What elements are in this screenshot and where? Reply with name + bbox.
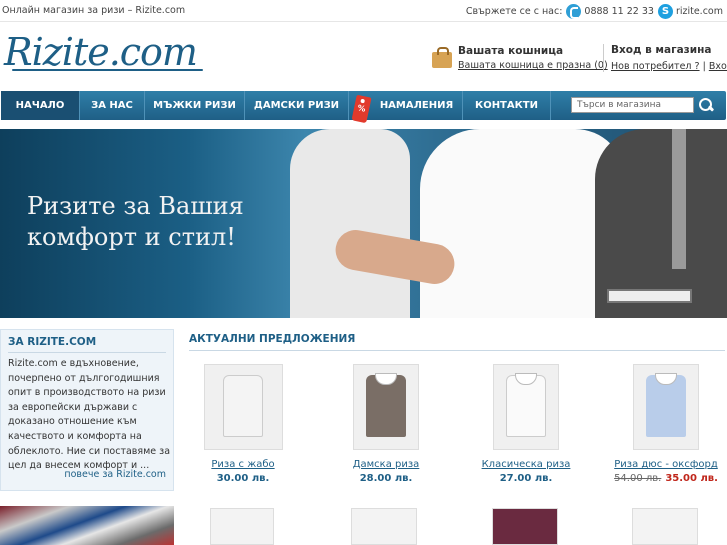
banner-model-woman [290, 129, 410, 318]
product-card[interactable]: Дамска риза 28.00 лв. [321, 364, 451, 484]
nav-home[interactable]: НАЧАЛО [1, 91, 80, 120]
about-more-link[interactable]: повече за Rizite.com [64, 469, 166, 480]
product-price: 27.00 лв. [499, 473, 553, 484]
login-link[interactable]: Вход [709, 61, 727, 72]
header-divider [603, 44, 604, 72]
product-image[interactable] [493, 364, 559, 450]
banner-belt [607, 289, 692, 303]
product-sale-price: 35.00 лв. [665, 473, 718, 484]
banner-headline: Ризите за Вашия комфорт и стил! [27, 191, 244, 253]
login-widget: Вход в магазина Нов потребител ? | Вход [611, 44, 727, 72]
phone-icon [566, 3, 582, 19]
product-card[interactable]: Класическа риза 27.00 лв. [461, 364, 591, 484]
hero-banner[interactable]: Ризите за Вашия комфорт и стил! [0, 129, 727, 318]
contact-label: Свържете се с нас: [465, 5, 563, 17]
login-title: Вход в магазина [611, 44, 712, 56]
promo-image[interactable] [0, 506, 174, 545]
nav-men-shirts[interactable]: МЪЖКИ РИЗИ [145, 91, 245, 120]
product-image[interactable] [210, 508, 274, 545]
site-logo[interactable]: Rizite.com [4, 30, 203, 74]
product-image[interactable] [492, 508, 558, 545]
site-tagline: Онлайн магазин за ризи – Rizite.com [2, 5, 186, 16]
search-input[interactable] [571, 97, 694, 113]
product-image[interactable] [632, 508, 698, 545]
product-name[interactable]: Класическа риза [461, 459, 591, 470]
register-link[interactable]: Нов потребител ? [611, 61, 700, 72]
nav-about[interactable]: ЗА НАС [80, 91, 145, 120]
product-old-price: 54.00 лв. [614, 473, 662, 484]
product-price: 30.00 лв. [216, 473, 270, 484]
contact-info: Свържете се с нас: 0888 11 22 33 rizite.… [466, 2, 723, 20]
product-image[interactable] [351, 508, 417, 545]
logo-swash [12, 69, 203, 71]
cart-title: Вашата кошница [458, 45, 564, 57]
nav-contacts[interactable]: КОНТАКТИ [463, 91, 551, 120]
product-image[interactable] [633, 364, 699, 450]
product-card[interactable]: Риза дюс - оксфорд 54.00 лв. 35.00 лв. [601, 364, 727, 484]
cart-status-link[interactable]: Вашата кошница е празна (0) [458, 60, 608, 71]
product-name[interactable]: Дамска риза [321, 459, 451, 470]
shopping-bag-icon[interactable] [432, 47, 452, 68]
search-icon[interactable] [698, 97, 714, 113]
cart-widget[interactable]: Вашата кошница Вашата кошница е празна (… [432, 44, 608, 74]
skype-name[interactable]: rizite.com [676, 6, 723, 17]
about-text: Rizite.com е вдъхновение, почерпено от д… [8, 358, 171, 472]
login-links: Нов потребител ? | Вход [611, 61, 727, 72]
phone-number: 0888 11 22 33 [584, 5, 654, 17]
about-box: ЗА RIZITE.COM Rizite.com е вдъхновение, … [0, 329, 174, 491]
skype-icon[interactable] [657, 3, 673, 19]
top-bar: Онлайн магазин за ризи – Rizite.com Свър… [0, 0, 727, 22]
about-divider [8, 352, 166, 353]
logo-text: Rizite.com [4, 30, 198, 74]
product-price: 28.00 лв. [359, 473, 413, 484]
banner-line-2: комфорт и стил! [27, 223, 236, 251]
product-image[interactable] [203, 364, 283, 450]
about-title: ЗА RIZITE.COM [8, 336, 97, 348]
banner-tie [672, 129, 686, 269]
banner-line-1: Ризите за Вашия [27, 192, 244, 220]
shirt-image [223, 375, 263, 437]
offers-divider [189, 350, 725, 351]
nav-women-shirts[interactable]: ДАМСКИ РИЗИ [245, 91, 349, 120]
product-name[interactable]: Риза дюс - оксфорд [601, 459, 727, 470]
product-image[interactable] [353, 364, 419, 450]
product-name[interactable]: Риза с жабо [178, 459, 308, 470]
product-price: 54.00 лв. 35.00 лв. [601, 473, 727, 484]
product-card[interactable]: Риза с жабо 30.00 лв. [178, 364, 308, 484]
offers-title: АКТУАЛНИ ПРЕДЛОЖЕНИЯ [189, 333, 356, 345]
